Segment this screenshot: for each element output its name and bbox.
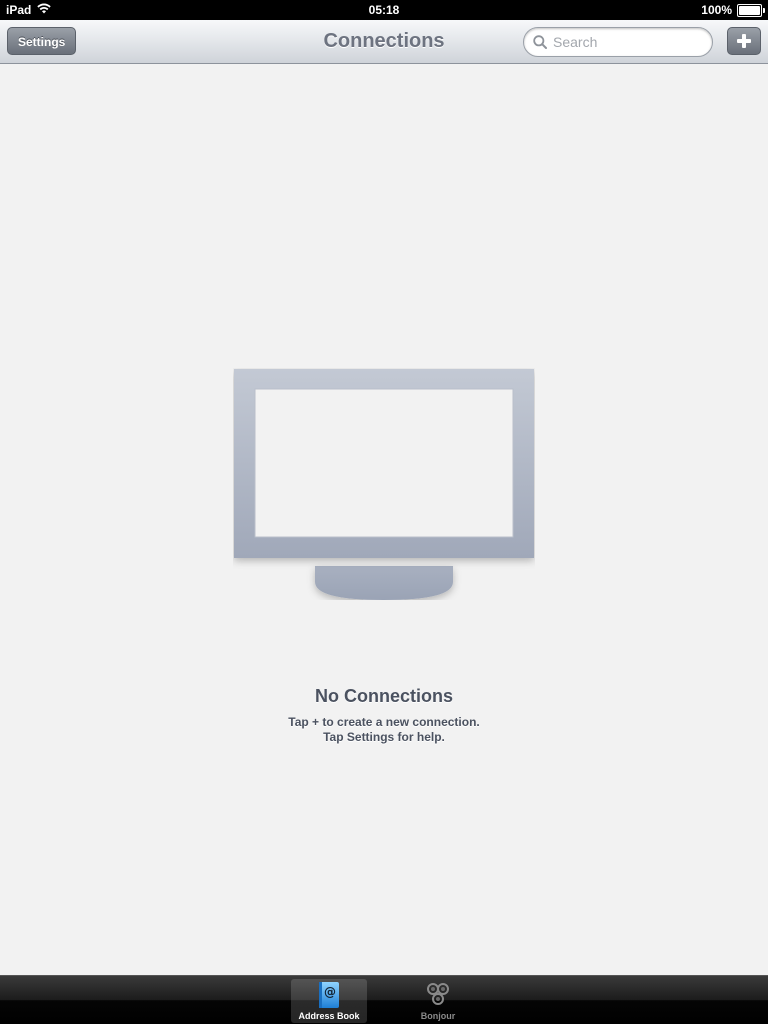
tab-address-book[interactable]: @ Address Book [291, 979, 367, 1023]
status-bar: iPad 05:18 100% [0, 0, 768, 20]
tab-bar: @ Address Book Bonjour [0, 975, 768, 1024]
search-field[interactable] [523, 27, 713, 57]
bonjour-icon [427, 983, 449, 1005]
svg-text:@: @ [324, 985, 336, 999]
tab-bonjour[interactable]: Bonjour [400, 979, 476, 1023]
empty-state-hint-2: Tap Settings for help. [323, 730, 445, 744]
address-book-icon: @ [319, 982, 339, 1008]
tab-label: Address Book [298, 1011, 360, 1021]
add-connection-button[interactable] [727, 27, 761, 55]
status-time: 05:18 [368, 3, 400, 17]
monitor-icon [234, 369, 534, 600]
empty-state-title: No Connections [315, 686, 453, 706]
search-icon [533, 35, 547, 49]
tab-label: Bonjour [420, 1011, 456, 1021]
search-input[interactable] [553, 31, 703, 53]
empty-state-hint-1: Tap + to create a new connection. [288, 715, 480, 729]
nav-bar: Settings Connections [0, 20, 768, 64]
screen: iPad 05:18 100% Settings Connections Sea… [0, 0, 768, 1024]
battery-percent: 100% [701, 3, 732, 17]
battery-level [739, 5, 760, 15]
battery-icon [737, 3, 765, 17]
status-right: 100% [701, 3, 765, 17]
plus-icon [737, 34, 751, 48]
